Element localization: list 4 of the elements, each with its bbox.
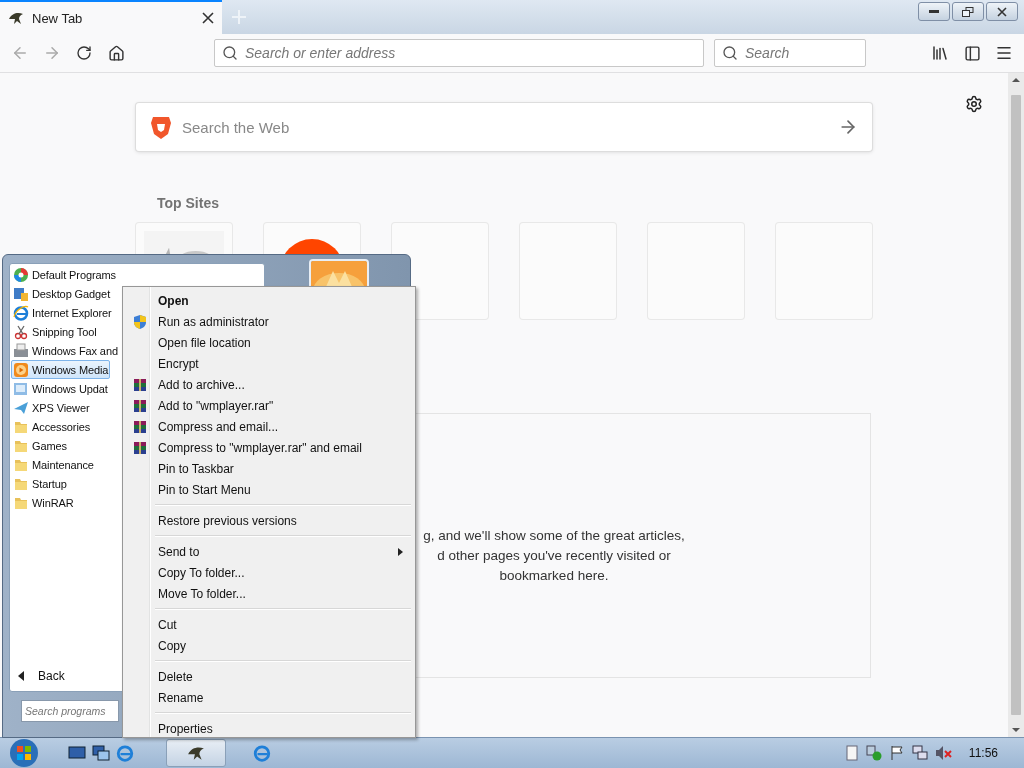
- section-heading: Top Sites: [157, 195, 220, 211]
- clock: 11:56: [968, 746, 998, 760]
- tab-title: New Tab: [32, 10, 84, 26]
- highlights-message: g, and we'll show some of the great articles, d other pages you've recently visited or bookmarked here.: [422, 526, 686, 585]
